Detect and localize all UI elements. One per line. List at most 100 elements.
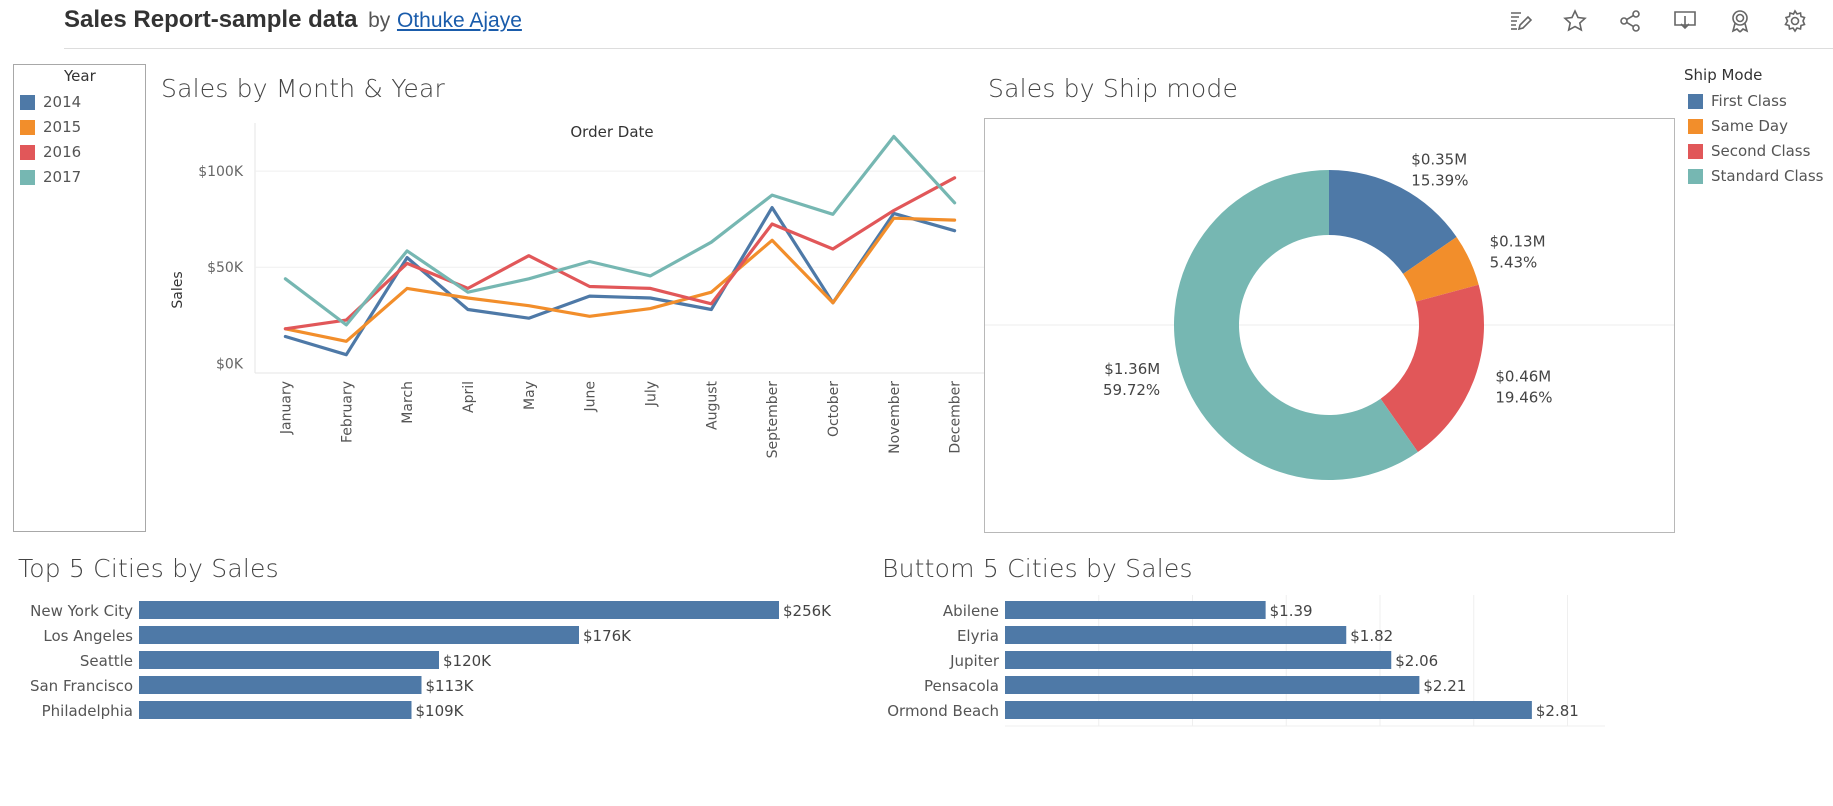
- legend-item-standard-class[interactable]: Standard Class: [1688, 167, 1823, 185]
- legend-swatch: [20, 94, 35, 110]
- line-chart-y-ticks: $0K $50K $100K: [198, 164, 244, 372]
- bar[interactable]: [139, 701, 412, 719]
- line-chart[interactable]: Order Date Sales $0K $50K $100K January Feb…: [160, 115, 990, 535]
- bar-category-label: Philadelphia: [42, 702, 133, 720]
- bar[interactable]: [139, 626, 579, 644]
- bar-value-label: $2.21: [1423, 677, 1466, 695]
- legend-label: 2017: [43, 168, 82, 186]
- line-chart-series: [283, 134, 957, 357]
- line-chart-x-tick-label: January: [278, 381, 294, 435]
- author-link[interactable]: Othuke Ajaye: [397, 9, 522, 32]
- bar-category-label: New York City: [30, 602, 133, 620]
- donut-percent-label: 5.43%: [1490, 254, 1538, 272]
- line-chart-x-tick-label: September: [765, 381, 781, 459]
- line-chart-y-tick-label: $0K: [216, 356, 244, 372]
- bar-value-label: $1.82: [1350, 627, 1393, 645]
- line-chart-x-tick-label: April: [461, 381, 477, 413]
- share-icon[interactable]: [1615, 6, 1645, 36]
- legend-label: Second Class: [1711, 142, 1811, 160]
- bar[interactable]: [139, 651, 439, 669]
- legend-swatch: [1688, 93, 1703, 109]
- line-chart-x-tick-label: October: [826, 381, 842, 437]
- bottom5-chart-title: Buttom 5 Cities by Sales: [882, 554, 1193, 583]
- donut-chart-title: Sales by Ship mode: [988, 74, 1239, 103]
- line-chart-x-tick-label: August: [704, 380, 720, 430]
- line-chart-x-axis-title: Order Date: [570, 123, 653, 141]
- legend-swatch: [1688, 118, 1703, 134]
- bar-value-label: $113K: [426, 677, 475, 695]
- bar-value-label: $256K: [783, 602, 832, 620]
- bar[interactable]: [139, 676, 422, 694]
- line-chart-title: Sales by Month & Year: [161, 74, 445, 103]
- legend-swatch: [20, 144, 35, 160]
- line-chart-y-axis-title: Sales: [170, 271, 186, 308]
- bar[interactable]: [1005, 601, 1266, 619]
- legend-item-same-day[interactable]: Same Day: [1688, 117, 1788, 135]
- toolbar: Sales Report-sample data by Othuke Ajaye: [0, 0, 1833, 49]
- donut-chart[interactable]: $0.35M 15.39% $0.13M 5.43% $0.46M 19.46% $1.36…: [984, 118, 1675, 533]
- legend-swatch: [20, 119, 35, 135]
- bar[interactable]: [1005, 701, 1532, 719]
- donut-value-label: $0.35M: [1411, 150, 1467, 168]
- line-chart-x-tick-label: March: [400, 381, 416, 424]
- line-chart-x-tick-label: July: [643, 381, 659, 407]
- bar-value-label: $2.06: [1395, 652, 1438, 670]
- top5-chart-title: Top 5 Cities by Sales: [18, 554, 279, 583]
- year-legend-title: Year: [64, 67, 96, 85]
- bar-category-label: Seattle: [80, 652, 133, 670]
- legend-label: Standard Class: [1711, 167, 1824, 185]
- legend-swatch: [20, 169, 35, 185]
- bar[interactable]: [139, 601, 779, 619]
- bar-value-label: $176K: [583, 627, 632, 645]
- line-chart-y-tick-label: $100K: [198, 164, 244, 180]
- legend-item-second-class[interactable]: Second Class: [1688, 142, 1810, 160]
- bar-category-label: Los Angeles: [43, 627, 133, 645]
- settings-icon[interactable]: [1780, 6, 1810, 36]
- bar-value-label: $1.39: [1270, 602, 1313, 620]
- page-title: Sales Report-sample data by Othuke Ajaye: [64, 6, 522, 34]
- ship-legend-title: Ship Mode: [1684, 66, 1763, 84]
- bar-category-label: Ormond Beach: [887, 702, 999, 720]
- ship-mode-legend: Ship Mode First Class Same Day Second Cl…: [1680, 64, 1830, 204]
- edit-icon[interactable]: [1505, 6, 1535, 36]
- bar[interactable]: [1005, 676, 1420, 694]
- donut-value-label: $1.36M: [1104, 360, 1160, 378]
- top5-bar-chart[interactable]: New York City $256K Los Angeles $176K Seattl…: [0, 595, 860, 730]
- bar-value-label: $120K: [443, 652, 492, 670]
- legend-item-2014[interactable]: 2014: [20, 93, 81, 111]
- legend-item-2015[interactable]: 2015: [20, 118, 81, 136]
- line-chart-x-tick-label: June: [583, 381, 599, 413]
- legend-label: 2014: [43, 93, 82, 111]
- bar[interactable]: [1005, 626, 1347, 644]
- badge-icon[interactable]: [1725, 6, 1755, 36]
- bar-category-label: Jupiter: [949, 652, 1000, 670]
- by-label: by: [368, 9, 391, 32]
- star-icon[interactable]: [1560, 6, 1590, 36]
- line-chart-x-ticks: January February March April May June July Augu…: [278, 380, 963, 458]
- bar-value-label: $2.81: [1536, 702, 1579, 720]
- donut-percent-label: 59.72%: [1103, 381, 1160, 399]
- legend-label: Same Day: [1711, 117, 1788, 135]
- legend-label: First Class: [1711, 92, 1787, 110]
- line-chart-x-tick-label: February: [339, 381, 355, 443]
- legend-swatch: [1688, 168, 1703, 184]
- line-chart-x-tick-label: December: [948, 381, 964, 454]
- bar-category-label: Pensacola: [924, 677, 999, 695]
- line-chart-x-tick-label: May: [522, 381, 538, 410]
- legend-label: 2016: [43, 143, 82, 161]
- legend-item-2016[interactable]: 2016: [20, 143, 81, 161]
- donut-percent-label: 19.46%: [1495, 388, 1552, 406]
- bottom5-bar-chart[interactable]: Abilene $1.39 Elyria $1.82 Jupiter $2.06 Pensa…: [860, 595, 1720, 730]
- legend-item-first-class[interactable]: First Class: [1688, 92, 1787, 110]
- bar-value-label: $109K: [416, 702, 465, 720]
- donut-value-label: $0.46M: [1495, 367, 1551, 385]
- bar-category-label: Abilene: [943, 602, 999, 620]
- bar[interactable]: [1005, 651, 1392, 669]
- legend-item-2017[interactable]: 2017: [20, 168, 81, 186]
- year-legend: Year 2014 2015 2016 2017: [13, 64, 146, 532]
- line-chart-y-tick-label: $50K: [207, 260, 244, 276]
- toolbar-divider: [64, 48, 1833, 49]
- donut-percent-label: 15.39%: [1411, 171, 1468, 189]
- bar-category-label: San Francisco: [30, 677, 133, 695]
- download-icon[interactable]: [1670, 6, 1700, 36]
